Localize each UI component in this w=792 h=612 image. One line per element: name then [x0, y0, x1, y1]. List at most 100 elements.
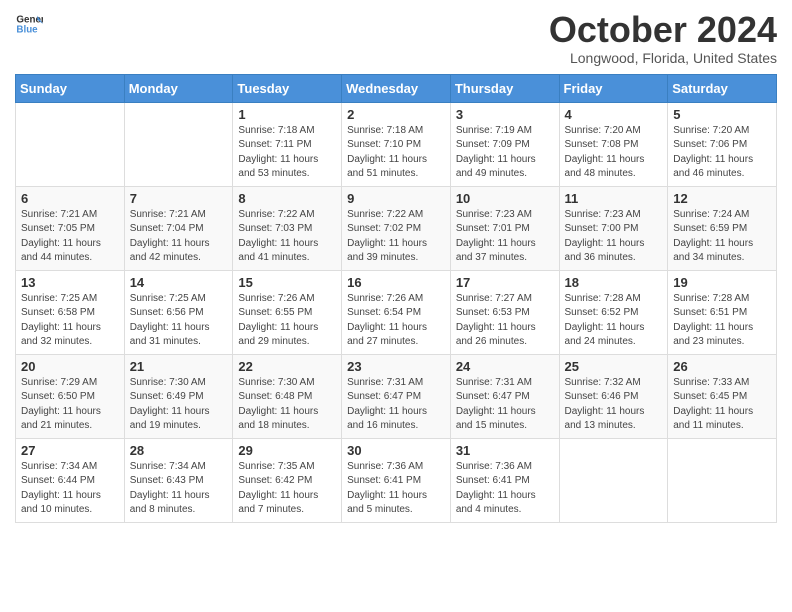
day-number: 4	[565, 107, 663, 122]
day-info: Sunrise: 7:30 AMSunset: 6:48 PMDaylight:…	[238, 376, 336, 434]
day-cell: 31Sunrise: 7:36 AMSunset: 6:41 PMDayligh…	[450, 438, 559, 522]
day-cell: 26 Sunrise: 7:33 AMSunset: 6:45 PMDayligh…	[668, 354, 777, 438]
day-info: Sunrise: 7:22 AMSunset: 7:02 PMDaylight:…	[347, 208, 445, 266]
day-number: 21	[130, 359, 228, 374]
day-cell: 1Sunrise: 7:18 AMSunset: 7:11 PMDaylight…	[233, 102, 342, 186]
day-info: Sunrise: 7:26 AMSunset: 6:55 PMDaylight:…	[238, 292, 336, 350]
day-number: 16	[347, 275, 445, 290]
day-number: 17	[456, 275, 554, 290]
day-header-saturday: Saturday	[668, 74, 777, 102]
day-info: Sunrise: 7:32 AMSunset: 6:46 PMDaylight:…	[565, 376, 663, 434]
day-number: 30	[347, 443, 445, 458]
day-info: Sunrise: 7:29 AMSunset: 6:50 PMDaylight:…	[21, 376, 119, 434]
day-cell: 30 Sunrise: 7:36 AMSunset: 6:41 PMDayligh…	[342, 438, 451, 522]
day-cell: 7Sunrise: 7:21 AMSunset: 7:04 PMDaylight…	[124, 186, 233, 270]
day-cell: 22Sunrise: 7:30 AMSunset: 6:48 PMDayligh…	[233, 354, 342, 438]
day-cell: 29 Sunrise: 7:35 AMSunset: 6:42 PMDayligh…	[233, 438, 342, 522]
svg-text:Blue: Blue	[16, 24, 38, 35]
day-cell: 18Sunrise: 7:28 AMSunset: 6:52 PMDayligh…	[559, 270, 668, 354]
day-number: 23	[347, 359, 445, 374]
day-cell	[124, 102, 233, 186]
day-info: Sunrise: 7:18 AMSunset: 7:11 PMDaylight:…	[238, 124, 336, 182]
week-row-5: 27 Sunrise: 7:34 AMSunset: 6:44 PMDayligh…	[16, 438, 777, 522]
day-number: 10	[456, 191, 554, 206]
day-cell: 12 Sunrise: 7:24 AMSunset: 6:59 PMDayligh…	[668, 186, 777, 270]
page-header: General Blue October 2024 Longwood, Flor…	[15, 10, 777, 66]
day-info: Sunrise: 7:34 AMSunset: 6:43 PMDaylight:…	[130, 460, 228, 518]
week-row-4: 20Sunrise: 7:29 AMSunset: 6:50 PMDayligh…	[16, 354, 777, 438]
day-number: 26	[673, 359, 771, 374]
day-info: Sunrise: 7:26 AMSunset: 6:54 PMDaylight:…	[347, 292, 445, 350]
day-info: Sunrise: 7:31 AMSunset: 6:47 PMDaylight:…	[347, 376, 445, 434]
day-header-friday: Friday	[559, 74, 668, 102]
day-cell: 9 Sunrise: 7:22 AMSunset: 7:02 PMDaylight…	[342, 186, 451, 270]
day-cell: 8 Sunrise: 7:22 AMSunset: 7:03 PMDaylight…	[233, 186, 342, 270]
day-info: Sunrise: 7:18 AMSunset: 7:10 PMDaylight:…	[347, 124, 445, 182]
day-number: 24	[456, 359, 554, 374]
day-info: Sunrise: 7:36 AMSunset: 6:41 PMDaylight:…	[347, 460, 445, 518]
day-cell: 13 Sunrise: 7:25 AMSunset: 6:58 PMDayligh…	[16, 270, 125, 354]
day-number: 11	[565, 191, 663, 206]
month-title: October 2024	[549, 10, 777, 50]
day-number: 18	[565, 275, 663, 290]
day-info: Sunrise: 7:23 AMSunset: 7:01 PMDaylight:…	[456, 208, 554, 266]
day-number: 9	[347, 191, 445, 206]
week-row-2: 6 Sunrise: 7:21 AMSunset: 7:05 PMDaylight…	[16, 186, 777, 270]
day-cell: 27 Sunrise: 7:34 AMSunset: 6:44 PMDayligh…	[16, 438, 125, 522]
day-info: Sunrise: 7:23 AMSunset: 7:00 PMDaylight:…	[565, 208, 663, 266]
day-number: 13	[21, 275, 119, 290]
calendar: SundayMondayTuesdayWednesdayThursdayFrid…	[15, 74, 777, 523]
week-row-1: 1Sunrise: 7:18 AMSunset: 7:11 PMDaylight…	[16, 102, 777, 186]
day-cell	[16, 102, 125, 186]
day-number: 7	[130, 191, 228, 206]
day-cell: 16 Sunrise: 7:26 AMSunset: 6:54 PMDayligh…	[342, 270, 451, 354]
day-info: Sunrise: 7:31 AMSunset: 6:47 PMDaylight:…	[456, 376, 554, 434]
day-cell	[668, 438, 777, 522]
day-cell: 3Sunrise: 7:19 AMSunset: 7:09 PMDaylight…	[450, 102, 559, 186]
day-number: 8	[238, 191, 336, 206]
day-number: 6	[21, 191, 119, 206]
day-number: 3	[456, 107, 554, 122]
day-cell: 23 Sunrise: 7:31 AMSunset: 6:47 PMDayligh…	[342, 354, 451, 438]
day-number: 14	[130, 275, 228, 290]
days-header-row: SundayMondayTuesdayWednesdayThursdayFrid…	[16, 74, 777, 102]
day-cell: 28 Sunrise: 7:34 AMSunset: 6:43 PMDayligh…	[124, 438, 233, 522]
day-cell: 6 Sunrise: 7:21 AMSunset: 7:05 PMDaylight…	[16, 186, 125, 270]
day-info: Sunrise: 7:27 AMSunset: 6:53 PMDaylight:…	[456, 292, 554, 350]
day-header-tuesday: Tuesday	[233, 74, 342, 102]
day-number: 27	[21, 443, 119, 458]
day-info: Sunrise: 7:34 AMSunset: 6:44 PMDaylight:…	[21, 460, 119, 518]
day-number: 25	[565, 359, 663, 374]
day-header-monday: Monday	[124, 74, 233, 102]
day-info: Sunrise: 7:20 AMSunset: 7:08 PMDaylight:…	[565, 124, 663, 182]
day-cell: 19 Sunrise: 7:28 AMSunset: 6:51 PMDayligh…	[668, 270, 777, 354]
day-cell: 2Sunrise: 7:18 AMSunset: 7:10 PMDaylight…	[342, 102, 451, 186]
day-header-thursday: Thursday	[450, 74, 559, 102]
day-info: Sunrise: 7:36 AMSunset: 6:41 PMDaylight:…	[456, 460, 554, 518]
day-info: Sunrise: 7:24 AMSunset: 6:59 PMDaylight:…	[673, 208, 771, 266]
day-number: 12	[673, 191, 771, 206]
day-cell: 11 Sunrise: 7:23 AMSunset: 7:00 PMDayligh…	[559, 186, 668, 270]
day-number: 28	[130, 443, 228, 458]
day-cell: 14Sunrise: 7:25 AMSunset: 6:56 PMDayligh…	[124, 270, 233, 354]
day-info: Sunrise: 7:28 AMSunset: 6:51 PMDaylight:…	[673, 292, 771, 350]
day-info: Sunrise: 7:25 AMSunset: 6:58 PMDaylight:…	[21, 292, 119, 350]
day-cell: 24 Sunrise: 7:31 AMSunset: 6:47 PMDayligh…	[450, 354, 559, 438]
day-cell: 17 Sunrise: 7:27 AMSunset: 6:53 PMDayligh…	[450, 270, 559, 354]
day-info: Sunrise: 7:21 AMSunset: 7:05 PMDaylight:…	[21, 208, 119, 266]
day-info: Sunrise: 7:22 AMSunset: 7:03 PMDaylight:…	[238, 208, 336, 266]
day-cell: 25 Sunrise: 7:32 AMSunset: 6:46 PMDayligh…	[559, 354, 668, 438]
day-cell	[559, 438, 668, 522]
day-number: 15	[238, 275, 336, 290]
day-number: 19	[673, 275, 771, 290]
logo-icon: General Blue	[15, 10, 43, 38]
day-info: Sunrise: 7:35 AMSunset: 6:42 PMDaylight:…	[238, 460, 336, 518]
day-number: 5	[673, 107, 771, 122]
day-cell: 15 Sunrise: 7:26 AMSunset: 6:55 PMDayligh…	[233, 270, 342, 354]
day-header-wednesday: Wednesday	[342, 74, 451, 102]
day-cell: 5Sunrise: 7:20 AMSunset: 7:06 PMDaylight…	[668, 102, 777, 186]
day-cell: 21Sunrise: 7:30 AMSunset: 6:49 PMDayligh…	[124, 354, 233, 438]
location: Longwood, Florida, United States	[549, 50, 777, 66]
day-info: Sunrise: 7:33 AMSunset: 6:45 PMDaylight:…	[673, 376, 771, 434]
day-number: 29	[238, 443, 336, 458]
